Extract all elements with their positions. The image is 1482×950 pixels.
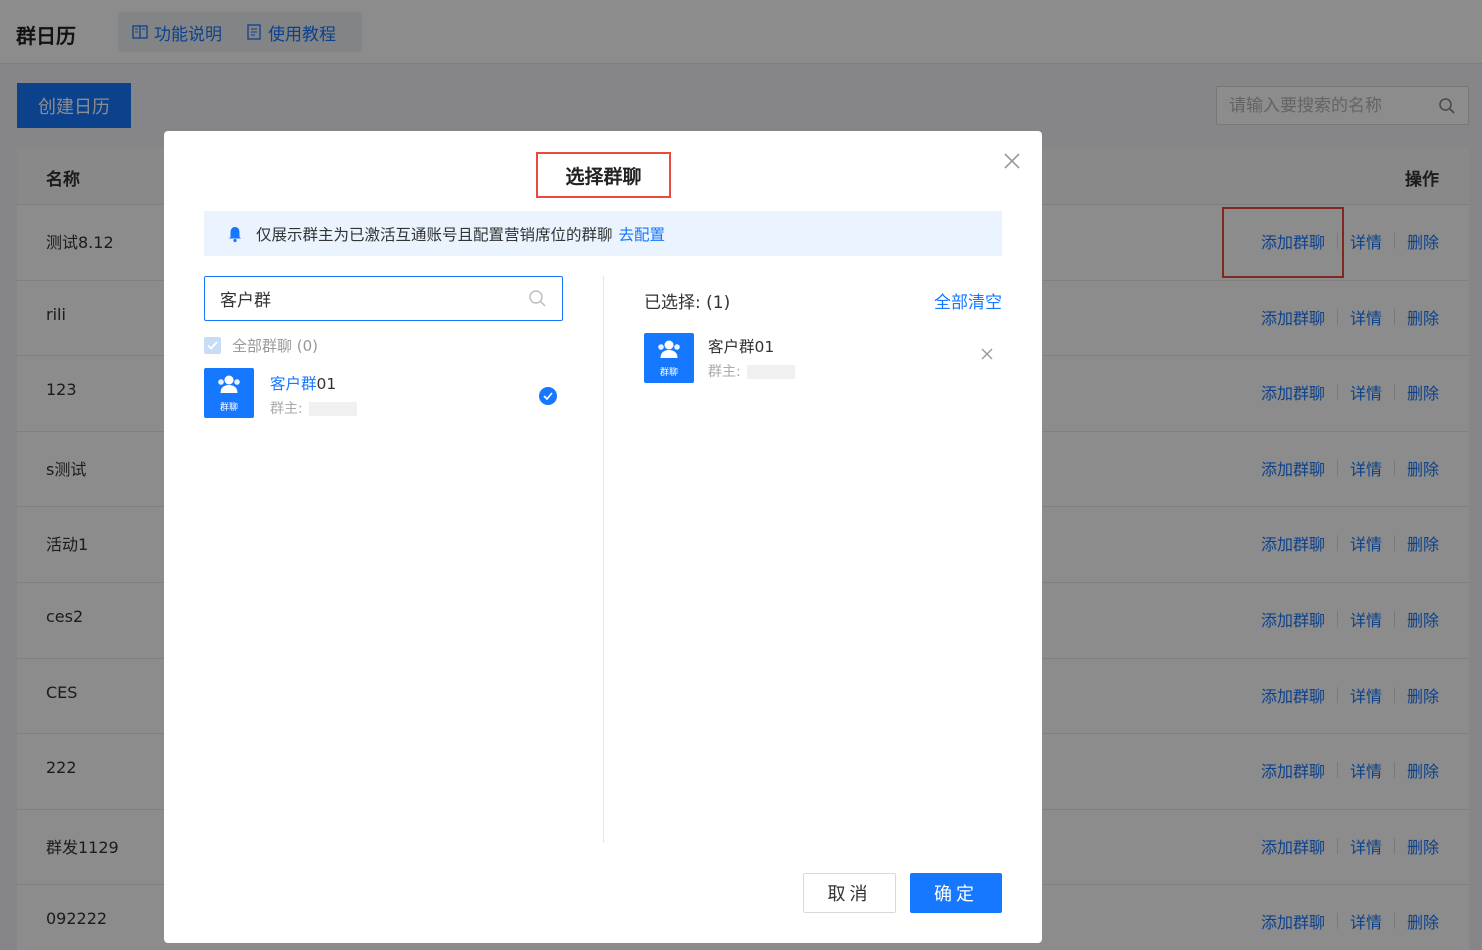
redacted-owner — [308, 402, 357, 416]
redacted-owner — [746, 365, 795, 379]
cancel-button[interactable]: 取消 — [803, 873, 896, 913]
configure-link[interactable]: 去配置 — [619, 223, 666, 245]
selected-group-name: 客户群01 — [708, 338, 775, 356]
close-icon[interactable] — [1002, 151, 1022, 171]
group-users-icon — [658, 340, 680, 358]
group-avatar: 群聊 — [204, 368, 254, 418]
selected-panel: 已选择: (1) 全部清空 群聊 客户群01 群主: — [644, 288, 1002, 385]
check-icon — [207, 341, 218, 350]
confirm-button[interactable]: 确定 — [910, 873, 1002, 913]
selected-count: 已选择: (1) — [644, 293, 731, 313]
selected-header: 已选择: (1) 全部清空 — [644, 288, 1002, 313]
selected-group-item: 群聊 客户群01 群主: — [644, 333, 1002, 385]
group-search-panel: 全部群聊 (0) 群聊 客户群01 群主: — [204, 276, 563, 420]
group-owner-label: 群主: — [270, 401, 303, 417]
modal-title: 选择群聊 — [536, 152, 671, 198]
notice-text: 仅展示群主为已激活互通账号且配置营销席位的群聊 — [256, 225, 613, 244]
selected-group-owner: 群主: — [708, 361, 795, 381]
avatar-label: 群聊 — [219, 403, 238, 413]
group-name: 客户群01 — [270, 372, 336, 394]
group-name-match: 客户群 — [270, 375, 317, 393]
select-all-checkbox[interactable] — [204, 337, 221, 354]
select-all-row[interactable]: 全部群聊 (0) — [204, 335, 563, 356]
group-avatar: 群聊 — [644, 333, 694, 383]
select-all-label: 全部群聊 (0) — [232, 337, 319, 355]
column-divider — [603, 276, 604, 843]
group-users-icon — [218, 375, 240, 393]
group-owner-label: 群主: — [708, 364, 741, 380]
notice-banner: 仅展示群主为已激活互通账号且配置营销席位的群聊 去配置 — [204, 211, 1002, 256]
avatar-label: 群聊 — [659, 368, 678, 378]
group-result-item[interactable]: 群聊 客户群01 群主: — [204, 368, 563, 420]
remove-icon[interactable] — [981, 348, 993, 360]
clear-all-button[interactable]: 全部清空 — [934, 288, 1002, 313]
selected-check-icon[interactable] — [539, 387, 557, 405]
select-group-modal: 选择群聊 仅展示群主为已激活互通账号且配置营销席位的群聊 去配置 全部群聊 (0… — [164, 131, 1042, 943]
group-search-input[interactable] — [220, 277, 520, 320]
group-name-rest: 01 — [316, 375, 337, 393]
group-search[interactable] — [204, 276, 563, 321]
group-owner: 群主: — [270, 398, 357, 418]
search-icon[interactable] — [528, 289, 547, 308]
bell-icon — [229, 226, 241, 242]
